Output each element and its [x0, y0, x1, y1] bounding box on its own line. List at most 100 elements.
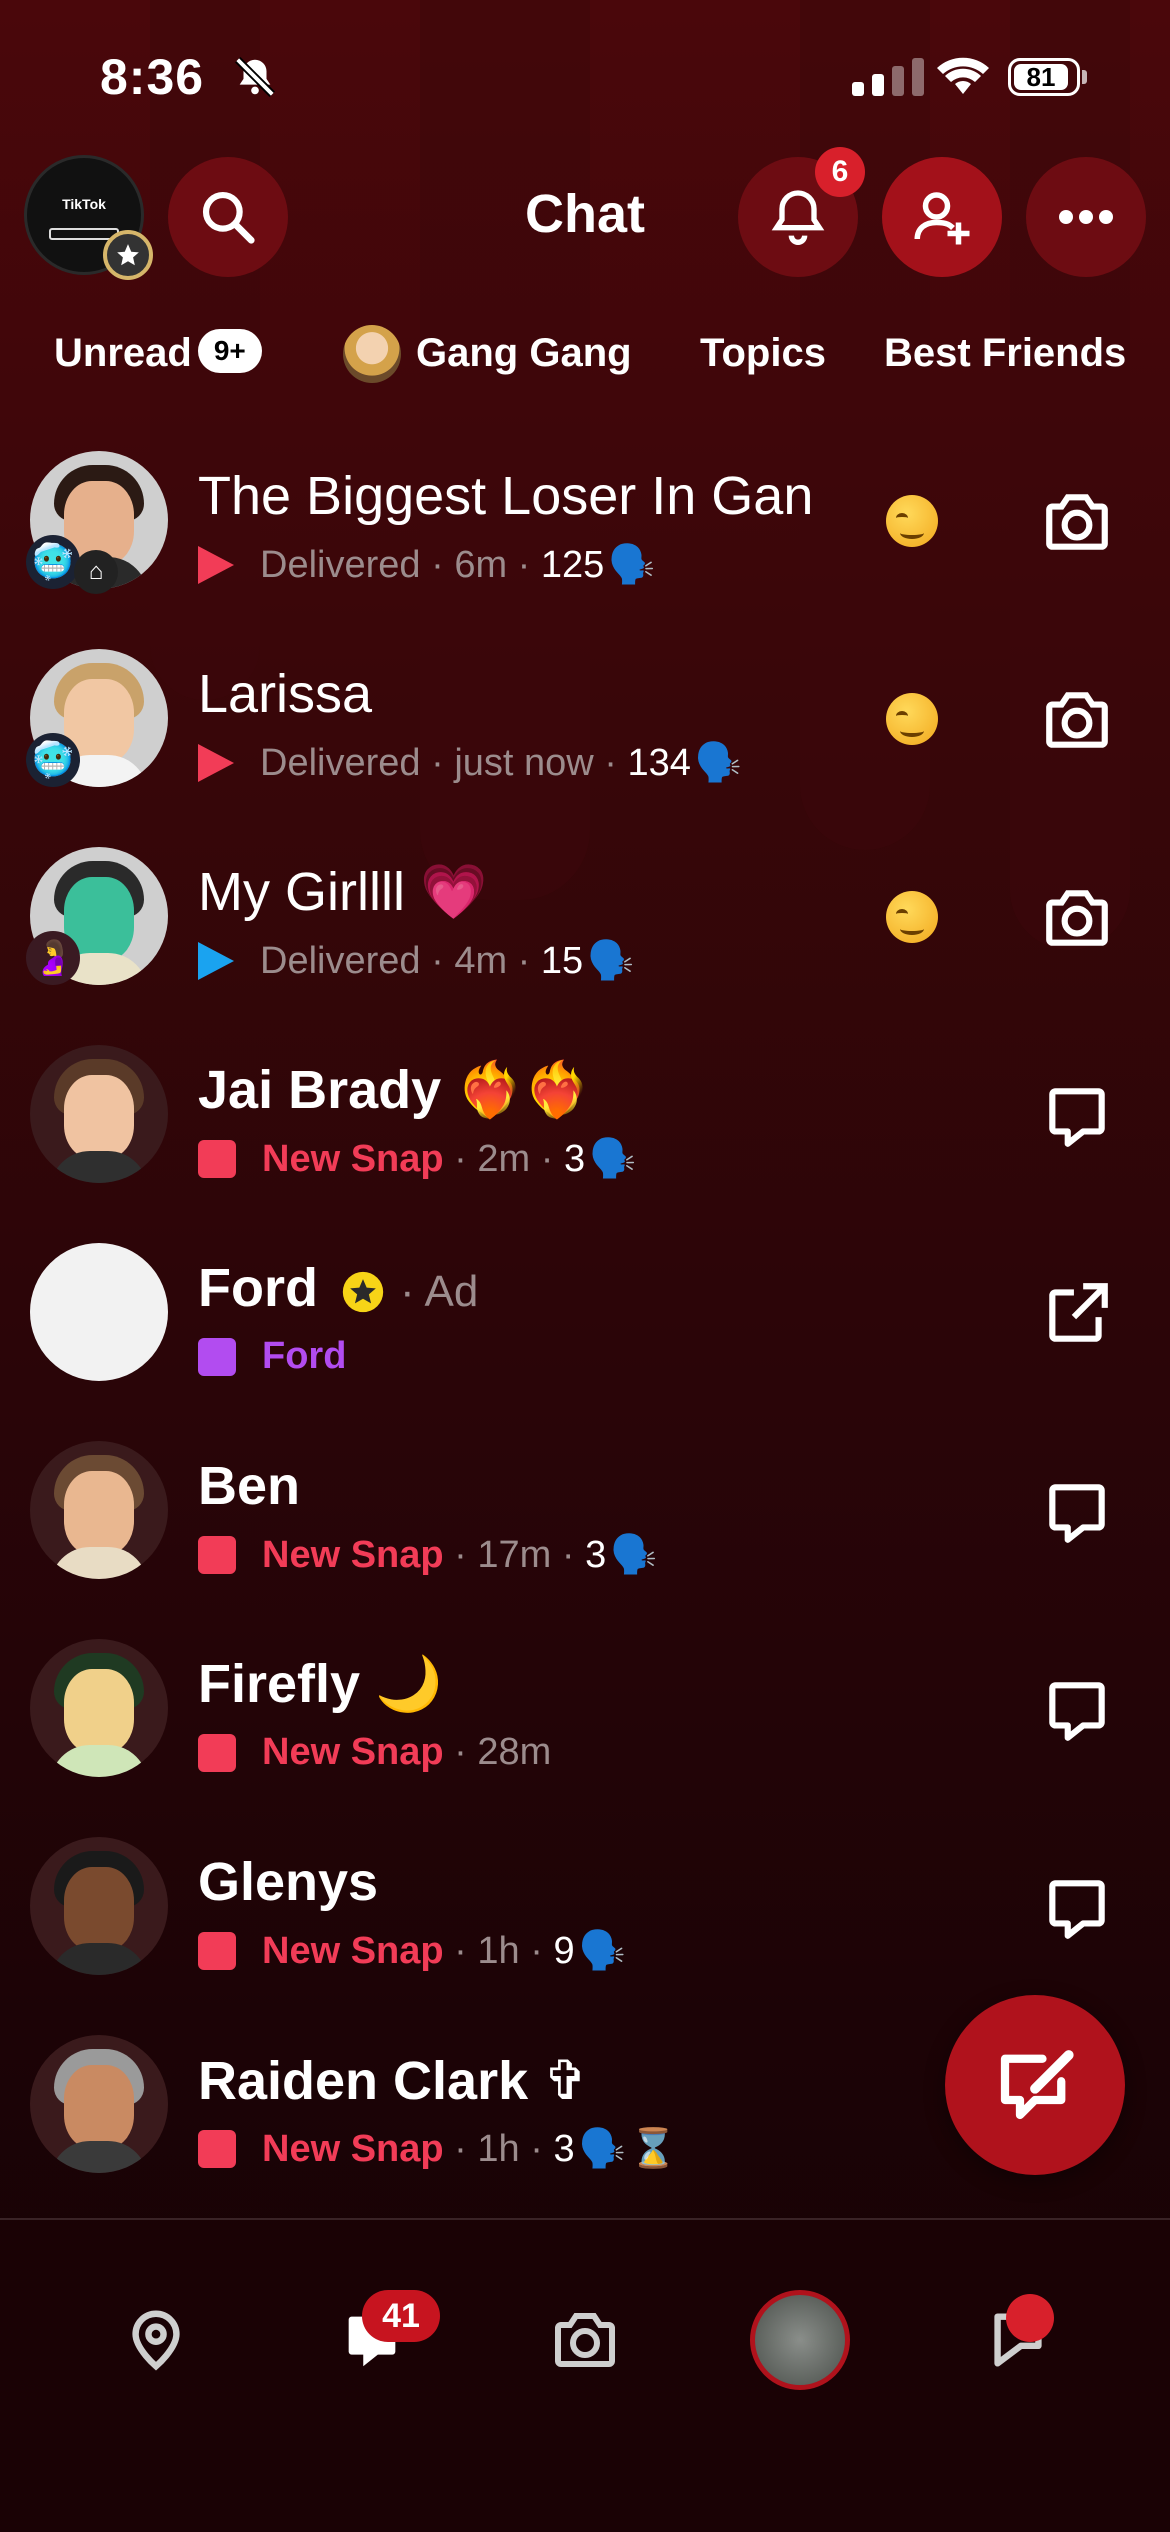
new-snap-indicator	[198, 1140, 236, 1178]
add-friend-button[interactable]	[882, 157, 1002, 277]
separator: ·	[443, 1533, 478, 1576]
camera-tab-icon	[555, 2313, 615, 2367]
ad-label: Ad	[424, 1267, 479, 1316]
chat-bubble-icon[interactable]	[1040, 1475, 1114, 1549]
separator: ·	[443, 1137, 478, 1180]
new-chat-button[interactable]	[945, 1995, 1125, 2175]
tab-stories-avatar[interactable]	[750, 2290, 850, 2390]
avatar	[30, 1837, 168, 1975]
new-snap-indicator	[198, 1733, 236, 1772]
avatar	[30, 1441, 168, 1579]
more-button[interactable]	[1026, 157, 1146, 277]
sent-arrow-icon	[198, 546, 234, 584]
chat-status: Ford	[198, 1335, 346, 1378]
chat-status: New Snap · 1h · 9 🗣️	[198, 1929, 626, 1973]
separator: ·	[507, 543, 541, 586]
sent-chat-arrow-icon	[198, 942, 234, 980]
tab-map[interactable]	[116, 2300, 196, 2380]
chat-row-ad[interactable]: Ford · Ad Ford	[0, 1207, 1170, 1405]
battery-icon: 81	[1008, 58, 1080, 96]
battery-level: 81	[1014, 64, 1068, 91]
chat-row[interactable]: Jai Brady ❤️‍🔥❤️‍🔥 New Snap · 2m · 3 🗣️	[0, 1009, 1170, 1207]
status-bar: 8:36 81	[0, 40, 1170, 120]
smirk-emoji-icon	[886, 693, 938, 745]
status-text: New Snap	[262, 2127, 444, 2170]
separator: ·	[443, 1929, 478, 1972]
status-time: 2m	[477, 1137, 531, 1180]
status-text: Delivered	[260, 741, 421, 784]
new-snap-indicator	[198, 2130, 236, 2168]
separator: ·	[420, 939, 455, 982]
mood-emoji-icon: 🤰	[26, 931, 80, 985]
chat-bubble-icon[interactable]	[1040, 1871, 1114, 1945]
streak-icon: 🗣️	[608, 544, 656, 586]
filter-unread[interactable]: Unread 9+	[54, 329, 262, 377]
filter-best-friends[interactable]: Best Friends	[884, 331, 1126, 376]
streak-count: 9	[553, 1929, 575, 1972]
tab-camera[interactable]	[545, 2300, 625, 2380]
streak-icon: 🗣️	[578, 2128, 626, 2170]
separator: ·	[420, 543, 455, 586]
separator: ·	[530, 1137, 564, 1180]
filter-label: Gang Gang	[416, 331, 632, 375]
chat-row[interactable]: 🤰 My Girllll 💗 Delivered · 4m · 15 🗣️	[0, 811, 1170, 1009]
separator: ·	[593, 741, 628, 784]
bell-icon	[771, 190, 825, 245]
smirk-emoji-icon	[886, 495, 938, 547]
chat-row[interactable]: Ben New Snap · 17m · 3 🗣️	[0, 1405, 1170, 1603]
camera-icon[interactable]	[1040, 485, 1114, 559]
wifi-icon	[937, 57, 989, 94]
chat-name: Ben	[198, 1456, 301, 1516]
filter-bar: Unread 9+ Gang Gang Topics Best Friends	[0, 325, 1170, 385]
separator: ·	[507, 939, 541, 982]
chat-name: The Biggest Loser In Gan	[198, 466, 814, 526]
chat-status: New Snap · 2m · 3 🗣️	[198, 1137, 636, 1181]
avatar	[30, 1639, 168, 1777]
filter-label: Topics	[700, 331, 826, 375]
status-text: New Snap	[262, 1533, 444, 1576]
avatar	[30, 2035, 168, 2173]
verified-star-icon	[342, 1271, 384, 1312]
compose-icon	[1000, 2050, 1074, 2120]
chat-name: Glenys	[198, 1852, 379, 1912]
filter-label: Best Friends	[884, 331, 1127, 375]
separator: ·	[420, 741, 455, 784]
camera-icon[interactable]	[1040, 683, 1114, 757]
chat-row[interactable]: Glenys New Snap · 1h · 9 🗣️	[0, 1801, 1170, 1999]
status-text: New Snap	[262, 1731, 444, 1773]
new-snap-indicator	[198, 1536, 236, 1574]
streak-icon: 🗣️	[589, 1138, 637, 1180]
streak-icon: 🗣️	[587, 940, 635, 982]
external-link-icon[interactable]	[1040, 1277, 1114, 1351]
new-snap-indicator	[198, 1932, 236, 1970]
ad-name: Ford	[198, 1258, 318, 1318]
chat-bubble-icon[interactable]	[1040, 1673, 1114, 1747]
status-time: 1h	[477, 2127, 520, 2170]
status-time: 17m	[477, 1533, 552, 1576]
notifications-badge: 6	[815, 147, 865, 197]
bottom-tab-bar	[0, 2220, 1170, 2532]
silent-mode-icon	[235, 57, 275, 97]
signal-icon	[852, 58, 924, 96]
status-text: Delivered	[260, 543, 421, 586]
spotlight-notification-dot	[1006, 2294, 1054, 2342]
streak-count: 3	[553, 2127, 575, 2170]
chat-row[interactable]: 🥶 ⌂ The Biggest Loser In Gan Delivered ·…	[0, 415, 1170, 613]
chat-row[interactable]: 🥶 Larissa Delivered · just now · 134 🗣️	[0, 613, 1170, 811]
camera-icon[interactable]	[1040, 881, 1114, 955]
chat-name: Ford · Ad	[198, 1257, 478, 1319]
avatar	[30, 1243, 168, 1381]
chat-name: Raiden Clark ✞	[198, 2051, 589, 2111]
chat-row[interactable]: Firefly 🌙 New Snap · 28m	[0, 1603, 1170, 1801]
status-time: 28m	[477, 1731, 552, 1773]
filter-gang-gang[interactable]: Gang Gang	[416, 331, 632, 376]
filter-topics[interactable]: Topics	[700, 331, 826, 376]
separator: ·	[443, 1731, 478, 1773]
ad-indicator	[198, 1337, 236, 1376]
avatar	[30, 1045, 168, 1183]
streak-count: 3	[563, 1137, 586, 1180]
streak-count: 15	[540, 939, 584, 982]
chat-bubble-icon[interactable]	[1040, 1079, 1114, 1153]
battery-tip	[1082, 70, 1087, 84]
more-icon	[1059, 210, 1113, 224]
